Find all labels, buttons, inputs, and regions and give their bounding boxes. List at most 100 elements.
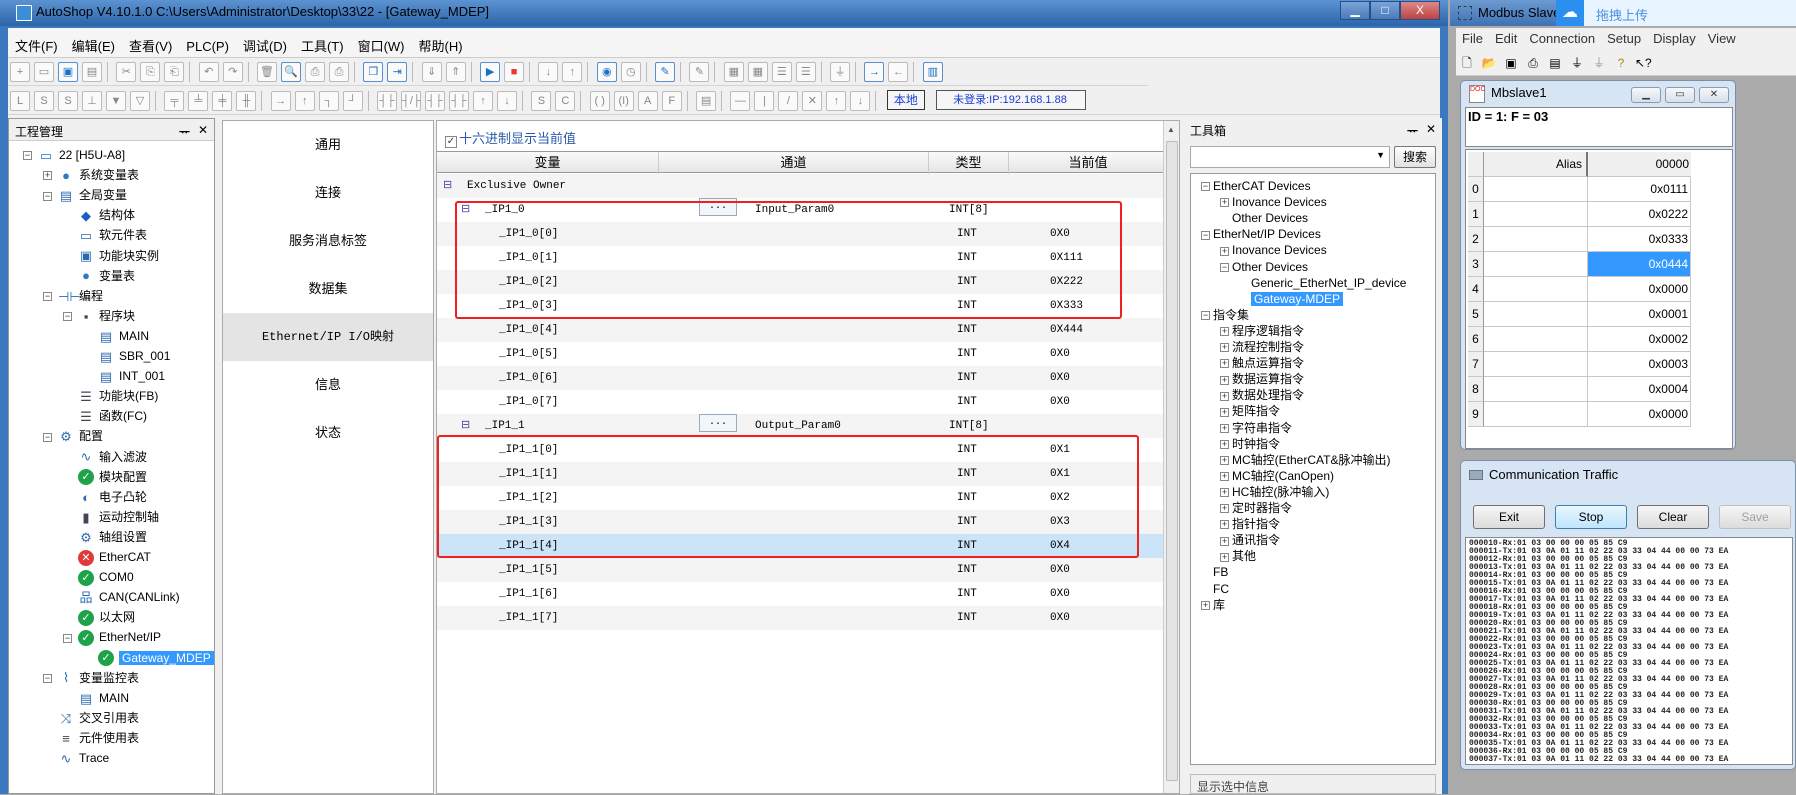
print-icon[interactable]: ⎙ [329,62,350,82]
tree-item[interactable]: ✓ Gateway_MDEP [83,648,214,668]
comment-icon[interactable]: ▤ [696,91,717,111]
collapse-icon[interactable]: − [43,292,52,302]
expand-icon[interactable]: + [1220,391,1229,401]
fall-icon[interactable]: ↓ [497,91,518,111]
new-icon[interactable]: + [10,62,30,82]
n-contact-icon[interactable]: ┤├ [449,91,470,111]
menu-file[interactable]: 文件(F) [8,28,65,55]
channel-select-button[interactable]: ... [699,414,737,432]
copy-icon[interactable]: ⎘ [140,62,161,82]
tree-item[interactable]: ▣ 功能块实例 [63,246,159,266]
device-panel-icon[interactable]: ▥ [922,62,943,82]
traffic-titlebar[interactable]: Communication Traffic [1469,467,1618,482]
config-nav-item[interactable]: 通用 [223,121,433,169]
expand-icon[interactable]: + [1220,536,1229,546]
delete-icon[interactable]: 🗑 [257,62,278,82]
upload-icon[interactable]: ↑ [562,62,583,82]
func-a-icon[interactable]: A [637,91,658,111]
menu-help[interactable]: 帮助(H) [412,28,470,55]
mb-menu-connection[interactable]: Connection [1523,28,1601,46]
register-alias[interactable] [1484,327,1588,352]
toolbox-tree-item[interactable]: FB [1201,564,1228,580]
table-row[interactable]: _IP1_1[7] INT 0X0 [437,606,1167,630]
tree-item[interactable]: − ⌇ 变量监控表 [43,668,139,688]
line-right-icon[interactable]: → [270,91,291,111]
tree-item[interactable]: ☰ 函数(FC) [63,406,147,426]
stop-button[interactable]: Stop [1555,505,1627,529]
child-minimize-button[interactable]: ▁ [1631,87,1661,103]
expand-icon[interactable]: + [43,171,52,181]
window-icon[interactable]: ▤ [1547,55,1563,71]
register-value[interactable]: 0x0222 [1588,202,1691,227]
mb-menu-edit[interactable]: Edit [1489,28,1523,46]
lad-icon[interactable]: L [10,91,30,111]
toolbox-tree-item[interactable]: + Inovance Devices [1220,194,1327,210]
compile-icon[interactable]: ▦ [723,62,744,82]
collapse-icon[interactable]: − [1201,311,1210,321]
toolbox-tree-item[interactable]: − Other Devices [1220,259,1308,275]
no-contact-icon[interactable]: ┤├ [377,91,398,111]
tree-item[interactable]: ✕ EtherCAT [63,547,151,567]
expand-icon[interactable]: + [1220,375,1229,385]
tree-item[interactable]: ◆ 结构体 [63,205,135,225]
search-icon[interactable]: 🔍 [281,62,302,82]
collapse-icon[interactable]: − [1201,182,1210,192]
pin-icon[interactable]: ᅲ [1407,122,1418,139]
redo-icon[interactable]: ↷ [222,62,243,82]
tree-item[interactable]: ▭ 软元件表 [63,225,147,245]
register-alias[interactable] [1484,302,1588,327]
table-row[interactable]: ⊟ Exclusive Owner [437,174,1167,198]
collapse-icon[interactable]: − [1220,262,1229,272]
tree-item[interactable]: 品 CAN(CANLink) [63,587,179,607]
contact-icon[interactable]: ⊥ [82,91,102,111]
toolbox-tree-item[interactable]: + MC轴控(CanOpen) [1220,468,1334,484]
child-close-button[interactable]: ✕ [1699,87,1729,103]
context-help-icon[interactable]: ↖? [1635,55,1652,71]
branch-icon[interactable]: ╤ [164,91,185,111]
expand-icon[interactable]: + [1201,600,1210,610]
expand-icon[interactable]: + [1220,423,1229,433]
tree-item[interactable]: ⤨ 交叉引用表 [43,708,139,728]
table-row[interactable]: _IP1_0[4] INT 0X444 [437,318,1167,342]
toolbox-tree-item[interactable]: + 指针指令 [1220,516,1280,532]
edit-run-icon[interactable]: ✎ [655,62,676,82]
register-value[interactable]: 0x0444 [1588,252,1691,277]
child-restore-button[interactable]: ▭ [1665,87,1695,103]
trace-clock-icon[interactable]: ◷ [620,62,641,82]
expand-icon[interactable]: + [1220,456,1229,466]
help-icon[interactable]: ? [1613,55,1629,71]
register-value[interactable]: 0x0333 [1588,227,1691,252]
menu-debug[interactable]: 调试(D) [236,28,294,55]
minimize-button[interactable]: ▁ [1340,1,1370,20]
register-value[interactable]: 0x0111 [1588,177,1691,202]
tree-item[interactable]: ▤ MAIN [63,688,129,708]
register-value[interactable]: 0x0003 [1588,352,1691,377]
st-icon[interactable]: S [58,91,78,111]
exit-button[interactable]: Exit [1473,505,1545,529]
clear-button[interactable]: Clear [1637,505,1709,529]
cut-icon[interactable]: ✂ [116,62,137,82]
login-icon[interactable]: → [864,62,885,82]
toolbox-tree-item[interactable]: + 时钟指令 [1220,436,1280,452]
config-nav-item[interactable]: 数据集 [223,265,433,313]
collapse-icon[interactable]: − [43,191,52,201]
table-row[interactable]: _IP1_0[5] INT 0X0 [437,342,1167,366]
dropdown-arrow-icon[interactable]: ▼ [1376,150,1385,160]
monitor-icon[interactable]: ◉ [596,62,617,82]
close-icon[interactable]: ✕ [1426,122,1436,136]
save-all-icon[interactable]: ▤ [82,62,102,82]
local-mode-button[interactable]: 本地 [886,90,925,110]
toolbox-tree-item[interactable]: + 流程控制指令 [1220,339,1304,355]
register-alias[interactable] [1484,402,1588,427]
register-alias[interactable] [1484,277,1588,302]
scroll-up-icon[interactable]: ▲ [1167,125,1175,134]
register-value[interactable]: 0x0000 [1588,402,1691,427]
config-nav-item[interactable]: 连接 [223,169,433,217]
collapse-icon[interactable]: − [63,633,72,643]
col-header-value[interactable]: 当前值 [1009,152,1167,174]
table-row[interactable]: _IP1_1[6] INT 0X0 [437,582,1167,606]
down-icon[interactable]: ↓ [850,91,871,111]
tree-item[interactable]: + ● 系统变量表 [43,165,139,185]
vline-icon[interactable]: | [754,91,775,111]
connect-icon[interactable]: ⏚ [1569,55,1585,71]
